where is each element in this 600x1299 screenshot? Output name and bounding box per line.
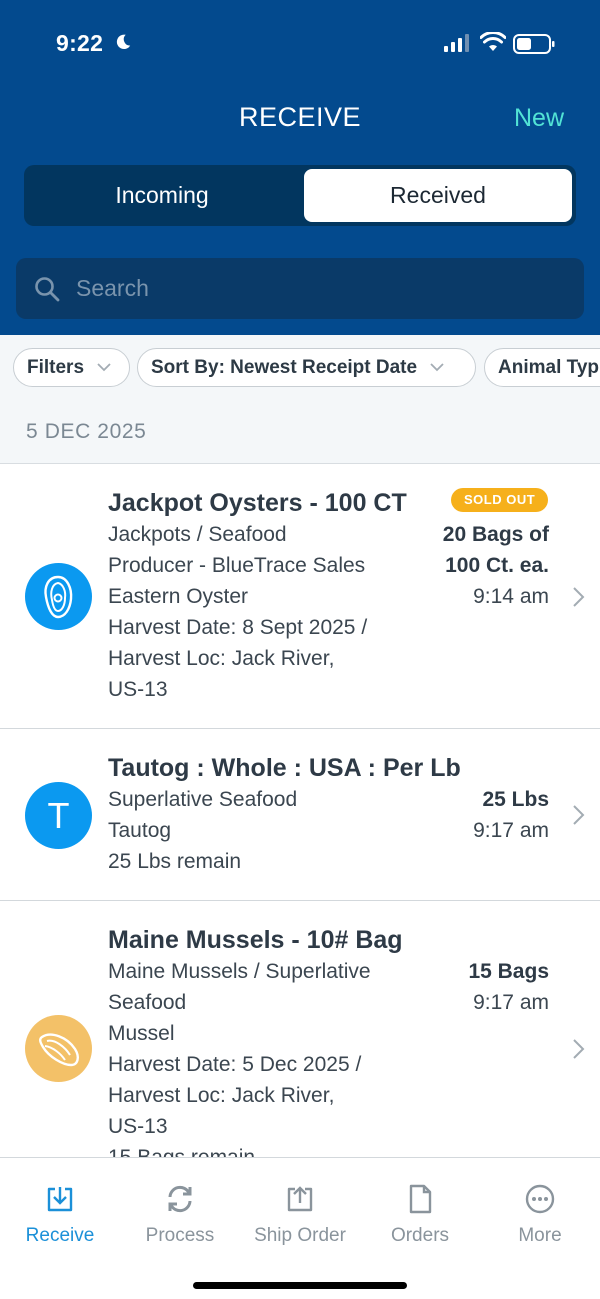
new-button[interactable]: New xyxy=(514,104,564,133)
search-bar xyxy=(16,258,584,319)
item-quantity: 15 Bags xyxy=(468,960,549,983)
mussel-icon xyxy=(39,1033,79,1067)
avatar: T xyxy=(25,782,92,849)
chevron-down-icon xyxy=(97,363,111,372)
receive-icon xyxy=(47,1187,73,1212)
search-input[interactable] xyxy=(76,258,566,319)
list-item[interactable]: Maine Mussels - 10# Bag Maine Mussels / … xyxy=(0,902,600,1157)
item-title: Jackpot Oysters - 100 CT xyxy=(108,489,407,517)
header: 9:22 RECEIVE New Incoming Received Searc… xyxy=(0,0,600,335)
receive-screen: 9:22 RECEIVE New Incoming Received Searc… xyxy=(0,0,600,1299)
item-line: Harvest Date: 8 Sept 2025 / xyxy=(108,616,368,639)
tab-label: More xyxy=(518,1225,562,1246)
item-line: Harvest Date: 5 Dec 2025 / xyxy=(108,1053,362,1076)
item-title: Tautog : Whole : USA : Per Lb xyxy=(108,754,461,782)
item-line: Superlative Seafood xyxy=(108,788,298,811)
item-line: Tautog xyxy=(108,819,172,842)
tab-orders[interactable]: Orders xyxy=(360,1158,480,1258)
animal-type-chip-label: Animal Typ xyxy=(498,357,599,378)
tab-receive[interactable]: Receive xyxy=(0,1158,120,1258)
item-line: Mussel xyxy=(108,1022,175,1045)
tab-label: Receive xyxy=(25,1225,95,1246)
segmented-control: Incoming Received xyxy=(24,165,576,226)
search-icon xyxy=(35,277,60,302)
ship-order-icon xyxy=(287,1186,313,1212)
item-line: US-13 xyxy=(108,1115,168,1138)
battery-icon xyxy=(513,34,555,54)
list-item[interactable]: T Tautog : Whole : USA : Per Lb Superlat… xyxy=(0,730,600,901)
avatar xyxy=(25,563,92,630)
sold-out-badge: SOLD OUT xyxy=(451,488,549,512)
animal-type-chip[interactable]: Animal Typ xyxy=(484,348,600,387)
item-title: Maine Mussels - 10# Bag xyxy=(108,926,403,954)
chevron-right-icon xyxy=(573,1039,585,1059)
item-line: Eastern Oyster xyxy=(108,585,249,608)
item-line: 15 Bags remain xyxy=(108,1146,255,1157)
item-line: 25 Lbs remain xyxy=(108,850,242,873)
filters-chip[interactable]: Filters xyxy=(13,348,130,387)
avatar-letter: T xyxy=(47,795,70,836)
tab-ship-order[interactable]: Ship Order xyxy=(240,1158,360,1258)
process-icon xyxy=(168,1185,192,1213)
tab-label: Process xyxy=(145,1225,215,1246)
item-time: 9:14 am xyxy=(473,585,549,608)
oyster-icon xyxy=(44,575,73,619)
item-quantity: 100 Ct. ea. xyxy=(445,554,549,577)
item-time: 9:17 am xyxy=(473,991,549,1014)
tab-label: Ship Order xyxy=(254,1225,346,1246)
moon-icon xyxy=(116,34,131,50)
item-line: US-13 xyxy=(108,678,168,701)
status-time: 9:22 xyxy=(56,30,104,56)
sort-chip-label: Sort By: Newest Receipt Date xyxy=(151,357,418,378)
section-date: 5 DEC 2025 xyxy=(26,420,147,443)
item-line: Jackpots / Seafood xyxy=(108,523,287,546)
tab-label: Orders xyxy=(390,1225,450,1246)
section-date-header: 5 DEC 2025 xyxy=(0,400,600,464)
tab-process[interactable]: Process xyxy=(120,1158,240,1258)
item-line: Maine Mussels / Superlative xyxy=(108,960,371,983)
page-title: RECEIVE xyxy=(238,102,362,132)
avatar xyxy=(25,1015,92,1082)
tab-received[interactable]: Received xyxy=(304,169,572,222)
filters-chip-label: Filters xyxy=(27,357,85,378)
status-bar: 9:22 xyxy=(0,0,600,90)
chevron-down-icon xyxy=(430,363,444,372)
tab-more[interactable]: More xyxy=(480,1158,600,1258)
tab-incoming[interactable]: Incoming xyxy=(28,169,296,222)
tab-bar: Receive Process Ship Order Orders More xyxy=(0,1157,600,1299)
item-line: Producer - BlueTrace Sales xyxy=(108,554,366,577)
item-quantity: 20 Bags of xyxy=(442,523,549,546)
chevron-right-icon xyxy=(573,587,585,607)
more-icon xyxy=(525,1184,555,1214)
orders-icon xyxy=(409,1184,432,1214)
item-line: Seafood xyxy=(108,991,187,1014)
filter-chips: Filters Sort By: Newest Receipt Date Ani… xyxy=(0,335,600,400)
home-indicator xyxy=(193,1282,407,1289)
item-quantity: 25 Lbs xyxy=(482,788,549,811)
wifi-icon xyxy=(480,32,506,51)
item-line: Harvest Loc: Jack River, xyxy=(108,647,335,670)
chevron-right-icon xyxy=(573,805,585,825)
sort-chip[interactable]: Sort By: Newest Receipt Date xyxy=(137,348,476,387)
item-time: 9:17 am xyxy=(473,819,549,842)
signal-icon xyxy=(444,34,469,52)
item-line: Harvest Loc: Jack River, xyxy=(108,1084,335,1107)
